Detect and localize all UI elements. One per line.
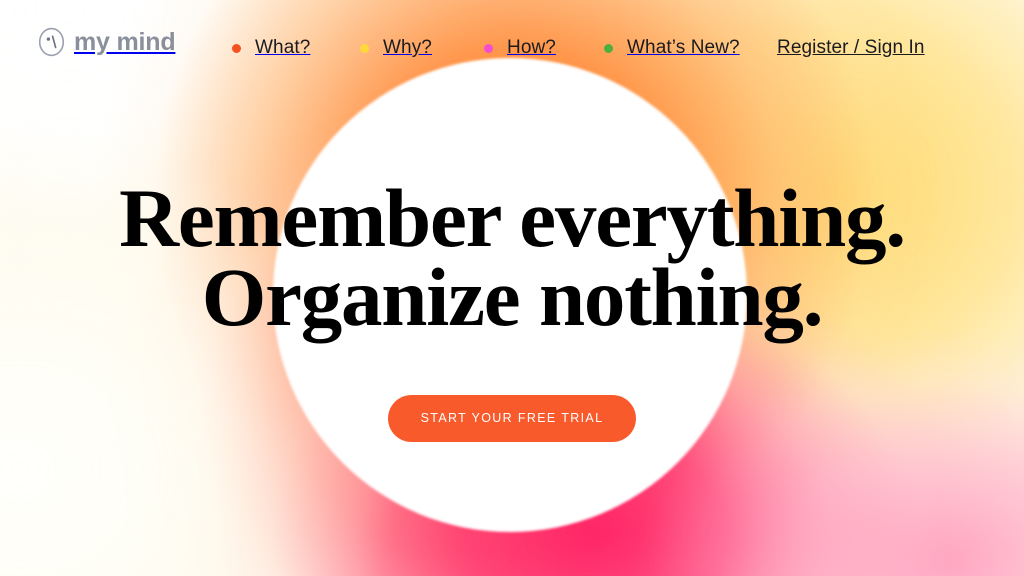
bullet-dot-icon bbox=[360, 43, 369, 53]
mind-oval-icon bbox=[38, 27, 65, 57]
nav-item-why[interactable]: Why? bbox=[360, 33, 432, 63]
brand-logo[interactable]: my mind bbox=[38, 27, 176, 57]
headline-line-2: Organize nothing. bbox=[201, 251, 824, 344]
nav-item-label: What? bbox=[255, 37, 311, 58]
nav-item-label: What’s New? bbox=[627, 37, 740, 58]
start-free-trial-button[interactable]: START YOUR FREE TRIAL bbox=[388, 394, 636, 442]
brand-name: my mind bbox=[74, 27, 176, 56]
nav-item-how[interactable]: How? bbox=[484, 33, 556, 63]
bullet-dot-icon bbox=[484, 43, 493, 53]
site-header: my mind What? Why? How? What’s New? Regi… bbox=[0, 0, 1024, 78]
page-title: Remember everything. Organize nothing. bbox=[119, 172, 906, 344]
headline-line-1: Remember everything. bbox=[119, 172, 906, 264]
nav-item-whats-new[interactable]: What’s New? bbox=[604, 33, 740, 63]
bullet-dot-icon bbox=[232, 43, 241, 53]
nav-item-label: How? bbox=[507, 37, 556, 58]
bullet-dot-icon bbox=[604, 43, 613, 53]
nav-item-what[interactable]: What? bbox=[232, 33, 310, 63]
register-signin-link[interactable]: Register / Sign In bbox=[777, 33, 925, 63]
nav-item-label: Why? bbox=[383, 37, 432, 58]
